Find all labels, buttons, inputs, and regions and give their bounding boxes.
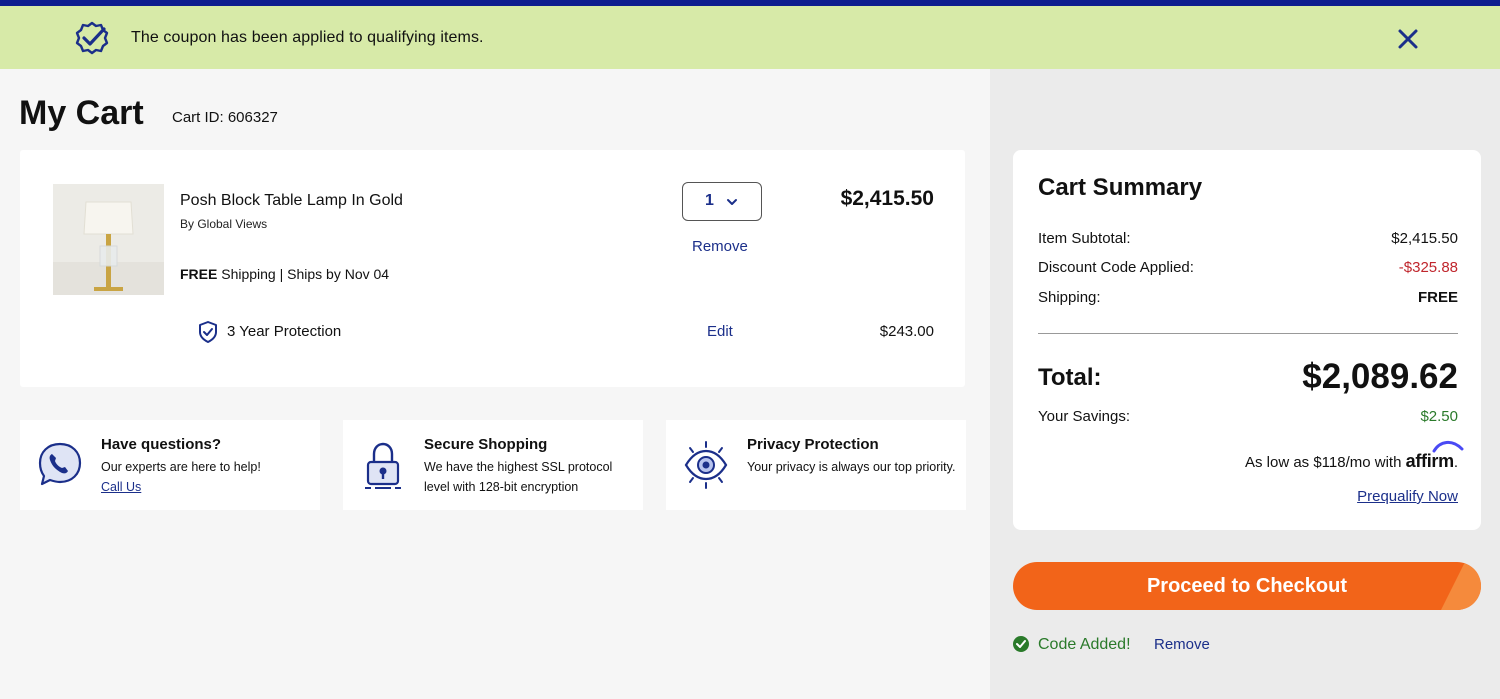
cart-summary: Cart Summary Item Subtotal: $2,415.50 Di… bbox=[1013, 150, 1481, 530]
shipping-free-label: FREE bbox=[180, 266, 218, 282]
row-value: -$325.88 bbox=[1398, 259, 1458, 276]
info-text: Our experts are here to help! Call Us bbox=[101, 457, 316, 497]
summary-row-savings: Your Savings: $2.50 bbox=[1038, 408, 1458, 425]
info-card-questions: Have questions? Our experts are here to … bbox=[20, 420, 320, 510]
info-heading: Secure Shopping bbox=[424, 436, 548, 453]
row-value: FREE bbox=[1417, 289, 1458, 306]
edit-protection-link[interactable]: Edit bbox=[707, 323, 733, 340]
row-label: Shipping: bbox=[1038, 289, 1101, 306]
shield-check-icon bbox=[199, 321, 217, 343]
page-title: My Cart bbox=[19, 94, 144, 132]
row-label: Item Subtotal: bbox=[1038, 230, 1131, 247]
summary-divider bbox=[1038, 333, 1458, 334]
info-text: We have the highest SSL protocol level w… bbox=[424, 460, 613, 494]
info-heading: Privacy Protection bbox=[747, 436, 879, 453]
product-name[interactable]: Posh Block Table Lamp In Gold bbox=[180, 192, 403, 210]
row-value: $2,415.50 bbox=[1391, 230, 1458, 247]
call-us-link[interactable]: Call Us bbox=[101, 480, 141, 494]
affirm-logo-text: affirm bbox=[1405, 451, 1455, 471]
close-icon[interactable] bbox=[1395, 26, 1421, 52]
code-added-status: Code Added! bbox=[1038, 636, 1131, 653]
chevron-down-icon bbox=[727, 199, 737, 205]
padlock-icon bbox=[365, 442, 401, 489]
cart-item-card: Posh Block Table Lamp In Gold By Global … bbox=[20, 150, 965, 387]
badge-check-icon bbox=[75, 21, 109, 55]
summary-row-shipping: Shipping: FREE bbox=[1038, 289, 1458, 306]
affirm-financing: As low as $118/mo with affirm. bbox=[1244, 441, 1464, 472]
proceed-to-checkout-button[interactable]: Proceed to Checkout bbox=[1013, 562, 1481, 610]
checkout-label: Proceed to Checkout bbox=[1146, 575, 1348, 597]
affirm-logo: affirm bbox=[1405, 441, 1464, 471]
product-brand: By Global Views bbox=[180, 217, 268, 231]
info-heading: Have questions? bbox=[101, 436, 222, 453]
coupon-banner: The coupon has been applied to qualifyin… bbox=[0, 6, 1500, 69]
summary-row-discount: Discount Code Applied: -$325.88 bbox=[1038, 259, 1458, 276]
info-card-privacy: Privacy Protection Your privacy is alway… bbox=[666, 420, 966, 510]
info-card-secure: Secure Shopping We have the highest SSL … bbox=[343, 420, 643, 510]
quantity-value: 1 bbox=[705, 192, 714, 209]
protection-plan-label: 3 Year Protection bbox=[227, 323, 342, 340]
prequalify-link[interactable]: Prequalify Now bbox=[1357, 488, 1458, 505]
remove-code-link[interactable]: Remove bbox=[1154, 636, 1210, 653]
total-label: Total: bbox=[1038, 364, 1102, 391]
affirm-arc-icon bbox=[1432, 441, 1464, 453]
quantity-select[interactable]: 1 bbox=[682, 182, 762, 221]
cart-id: Cart ID: 606327 bbox=[172, 109, 278, 126]
button-accent-stripe bbox=[1441, 562, 1481, 610]
eye-icon bbox=[684, 441, 728, 489]
shipping-detail: Shipping | Ships by Nov 04 bbox=[217, 266, 390, 282]
remove-item-link[interactable]: Remove bbox=[692, 238, 748, 255]
item-price: $2,415.50 bbox=[840, 187, 934, 210]
protection-price: $243.00 bbox=[879, 323, 934, 340]
row-label: Discount Code Applied: bbox=[1038, 259, 1194, 276]
coupon-message: The coupon has been applied to qualifyin… bbox=[131, 29, 484, 46]
summary-title: Cart Summary bbox=[1038, 174, 1203, 201]
phone-chat-icon bbox=[38, 442, 82, 486]
summary-row-subtotal: Item Subtotal: $2,415.50 bbox=[1038, 230, 1458, 247]
info-text-body: Our experts are here to help! bbox=[101, 460, 261, 474]
info-text: Your privacy is always our top priority. bbox=[747, 460, 956, 474]
row-label: Your Savings: bbox=[1038, 408, 1131, 425]
shipping-info: FREE Shipping | Ships by Nov 04 bbox=[180, 266, 389, 282]
row-value: $2.50 bbox=[1420, 408, 1458, 425]
product-image[interactable] bbox=[53, 184, 164, 295]
affirm-text: As low as $118/mo with bbox=[1244, 454, 1402, 471]
lamp-illustration bbox=[53, 184, 164, 295]
check-circle-icon bbox=[1013, 636, 1029, 652]
total-value: $2,089.62 bbox=[1302, 357, 1458, 396]
